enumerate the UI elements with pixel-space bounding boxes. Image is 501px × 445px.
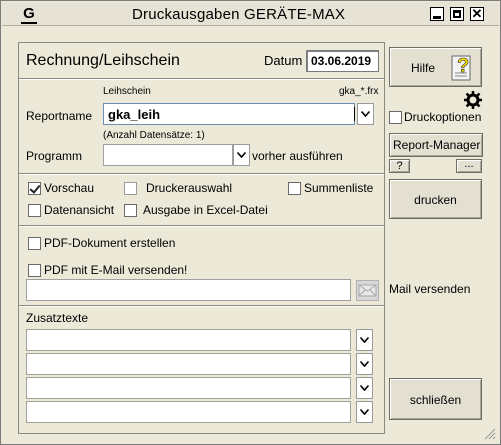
window-title: Druckausgaben GERÄTE-MAX [132,6,346,23]
datenansicht-checkbox[interactable] [28,204,41,217]
zusatz-dropdown-3[interactable] [356,377,373,399]
pdf-create-checkbox[interactable] [28,237,41,250]
report-manager-button[interactable]: Report-Manager [389,133,483,157]
chevron-down-icon [359,384,370,392]
chevron-down-icon [359,360,370,368]
close-button[interactable]: schließen [389,378,482,420]
datenansicht-label: Datenansicht [44,203,115,217]
report-more-button[interactable]: ... [456,159,482,173]
print-dialog-window: G Druckausgaben GERÄTE-MAX ✕ Rechnung/Le… [0,0,501,445]
maximize-button[interactable] [450,7,464,21]
programm-dropdown-button[interactable] [233,144,250,166]
help-button[interactable]: Hilfe ? [389,47,482,87]
resize-grip-icon[interactable] [484,428,496,440]
options-section: Vorschau Druckerauswahl Summenliste Date… [19,175,384,226]
programm-label: Programm [26,149,83,163]
druckoptionen-label: Druckoptionen [404,110,482,124]
pdf-section: PDF-Dokument erstellen PDF mit E-Mail ve… [19,227,384,306]
page-title: Rechnung/Leihschein [26,52,180,69]
pdf-email-checkbox[interactable] [28,264,41,277]
zusatz-field-4[interactable] [26,401,351,423]
zusatz-label: Zusatztexte [26,311,89,325]
left-panel: Rechnung/Leihschein Datum 03.06.2019 Lei… [18,42,385,434]
chevron-down-icon [359,408,370,416]
reportname-value: gka_leih [108,107,161,122]
reportname-field[interactable]: gka_leih [103,103,355,125]
close-icon: ✕ [471,6,483,21]
help-label: Hilfe [411,61,436,75]
text-cursor [354,107,355,121]
date-field[interactable]: 03.06.2019 [306,50,379,72]
email-address-field[interactable] [26,279,351,301]
date-label: Datum [264,53,303,68]
programm-suffix: vorher ausführen [252,149,343,163]
report-section: Leihschein gka_*.frx Reportname gka_leih… [19,80,384,174]
right-panel: Hilfe ? Druckoptionen Report-Manager ? .… [386,42,485,434]
vorschau-checkbox[interactable] [28,182,41,195]
mail-send-label: Mail versenden [389,282,471,296]
title-bar[interactable]: G Druckausgaben GERÄTE-MAX ✕ [2,2,499,26]
report-help-button[interactable]: ? [389,159,410,173]
date-value: 03.06.2019 [311,54,372,68]
close-window-button[interactable]: ✕ [470,6,484,21]
druckerauswahl-checkbox[interactable] [124,182,137,195]
zusatz-field-3[interactable] [26,377,351,399]
zusatz-dropdown-4[interactable] [356,401,373,423]
app-icon: G [21,6,37,24]
pdf-email-label: PDF mit E-Mail versenden! [44,263,188,277]
mail-envelope-icon[interactable] [356,280,379,301]
zusatz-dropdown-1[interactable] [356,329,373,351]
programm-field[interactable] [103,144,233,166]
print-button[interactable]: drucken [389,179,482,219]
zusatz-field-2[interactable] [26,353,351,375]
vorschau-label: Vorschau [44,181,95,195]
summenliste-checkbox[interactable] [288,182,301,195]
chevron-down-icon [236,151,247,159]
pdf-create-label: PDF-Dokument erstellen [44,236,176,250]
zusatz-section: Zusatztexte [19,307,384,434]
excel-label: Ausgabe in Excel-Datei [143,203,268,217]
gear-icon[interactable] [463,90,483,110]
report-type-label: Leihschein [103,86,151,97]
druckoptionen-checkbox[interactable] [389,111,402,124]
druckerauswahl-label: Druckerauswahl [146,181,233,195]
reportname-dropdown-button[interactable] [357,103,374,125]
zusatz-field-1[interactable] [26,329,351,351]
summenliste-label: Summenliste [304,181,374,195]
report-pattern-label: gka_*.frx [339,86,379,97]
chevron-down-icon [360,110,371,118]
chevron-down-icon [359,336,370,344]
svg-text:?: ? [457,55,469,77]
help-question-icon: ? [451,55,471,81]
excel-checkbox[interactable] [124,204,137,217]
close-label: schließen [409,393,462,407]
record-count: (Anzahl Datensätze: 1) [103,130,205,141]
report-manager-label: Report-Manager [393,138,481,152]
header-section: Rechnung/Leihschein Datum 03.06.2019 [19,43,384,79]
zusatz-dropdown-2[interactable] [356,353,373,375]
minimize-button[interactable] [430,7,444,21]
print-label: drucken [414,193,457,207]
reportname-label: Reportname [26,109,93,123]
